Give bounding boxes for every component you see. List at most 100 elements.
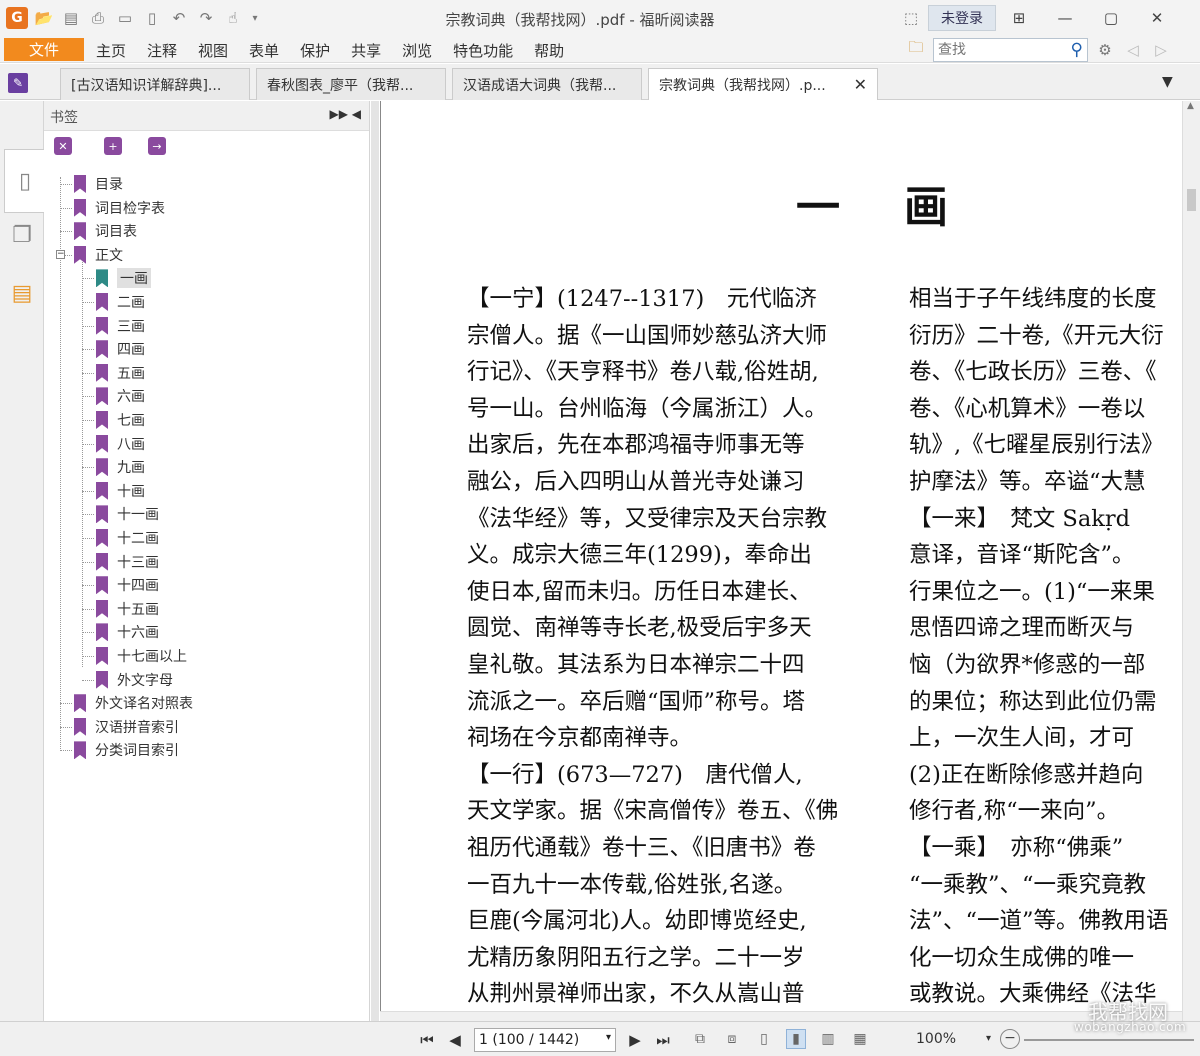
search-input[interactable]: [938, 41, 1058, 58]
tree-connector: [60, 703, 72, 705]
new-document-icon[interactable]: ▯: [141, 7, 163, 29]
restore-panel-icon[interactable]: ⬚: [900, 7, 922, 29]
tree-connector: [82, 302, 94, 303]
minimize-button[interactable]: —: [1042, 4, 1088, 32]
facing-pages-icon[interactable]: ▥: [818, 1029, 838, 1049]
bookmark-item[interactable]: 六画: [96, 385, 145, 407]
bookmark-item[interactable]: 十七画以上: [96, 645, 187, 667]
bookmark-item[interactable]: 外文字母: [96, 669, 173, 691]
scan-icon[interactable]: ▭: [114, 7, 136, 29]
menu-share[interactable]: 共享: [351, 40, 388, 61]
tab-document-3[interactable]: 汉语成语大词典（我帮...: [452, 68, 642, 100]
hand-tool-icon[interactable]: ☝: [222, 7, 244, 29]
open-folder-icon[interactable]: 📂: [33, 7, 55, 29]
menu-protect[interactable]: 保护: [300, 40, 337, 61]
tab-label: [古汉语知识详解辞典]...: [71, 77, 222, 94]
ribbon-toggle-icon[interactable]: ⊞: [996, 4, 1042, 32]
forward-arrow-icon[interactable]: ▷: [1150, 39, 1172, 61]
vertical-scrollbar[interactable]: ▲: [1182, 101, 1200, 1021]
close-tab-icon[interactable]: ✕: [854, 75, 867, 94]
zoom-level[interactable]: 100%: [916, 1031, 956, 1047]
bookmark-flag-icon: [96, 434, 108, 453]
comments-icon[interactable]: ▤: [6, 277, 38, 309]
redo-icon[interactable]: ↷: [195, 7, 217, 29]
tab-list-dropdown-icon[interactable]: ▼: [1162, 74, 1173, 90]
bookmark-item[interactable]: 十六画: [96, 621, 159, 643]
panel-splitter[interactable]: [371, 101, 379, 1021]
tab-document-4-active[interactable]: 宗教词典（我帮找网）.p... ✕: [648, 68, 878, 100]
expand-bookmark-icon[interactable]: →: [148, 137, 166, 155]
login-button[interactable]: 未登录: [928, 5, 996, 31]
search-box[interactable]: ⚲: [933, 37, 1088, 62]
menu-comment[interactable]: 注释: [147, 40, 184, 61]
bookmark-item[interactable]: 十一画: [96, 503, 159, 525]
bookmark-flag-icon: [74, 717, 86, 736]
continuous-page-icon[interactable]: ▮: [786, 1029, 806, 1049]
bookmark-item[interactable]: 十三画: [96, 551, 159, 573]
menu-view[interactable]: 视图: [198, 40, 235, 61]
bookmark-item[interactable]: 八画: [96, 433, 145, 455]
delete-bookmark-icon[interactable]: ✕: [54, 137, 72, 155]
tree-connector: [82, 396, 94, 398]
previous-view-icon[interactable]: ⧉: [690, 1029, 710, 1049]
menu-help[interactable]: 帮助: [534, 40, 571, 61]
file-menu-button[interactable]: 文件: [4, 38, 84, 61]
bookmark-item[interactable]: 九画: [96, 456, 145, 478]
page-thumbnails-icon[interactable]: ❐: [6, 219, 38, 251]
bookmark-item[interactable]: 十五画: [96, 598, 159, 620]
bookmark-item[interactable]: 分类词目索引: [74, 739, 179, 761]
next-page-button[interactable]: ▶: [626, 1031, 644, 1049]
panel-collapse-icon[interactable]: ▶▶ ◀: [330, 107, 362, 121]
page-dropdown-icon[interactable]: ▾: [606, 1032, 611, 1043]
quick-access-toolbar: G 📂 ▤ ⎙ ▭ ▯ ↶ ↷ ☝ ▾: [6, 7, 261, 29]
close-window-button[interactable]: ✕: [1134, 4, 1180, 32]
bookmark-item[interactable]: 五画: [96, 362, 145, 384]
bookmark-item[interactable]: 目录: [74, 173, 123, 195]
tab-document-1[interactable]: [古汉语知识详解辞典]...: [60, 68, 250, 100]
folder-search-icon[interactable]: 🗀: [905, 38, 927, 61]
zoom-dropdown-icon[interactable]: ▾: [986, 1033, 991, 1044]
collapse-toggle-icon[interactable]: −: [56, 249, 65, 259]
print-icon[interactable]: ⎙: [87, 7, 109, 29]
bookmark-flag-icon: [96, 529, 108, 547]
bookmark-item[interactable]: 十二画: [96, 527, 159, 549]
bookmark-item[interactable]: 十画: [96, 480, 145, 502]
menu-features[interactable]: 特色功能: [453, 40, 520, 61]
maximize-button[interactable]: ▢: [1088, 4, 1134, 32]
bookmark-item[interactable]: 二画: [96, 291, 145, 313]
bookmark-item[interactable]: 十四画: [96, 574, 159, 596]
undo-icon[interactable]: ↶: [168, 7, 190, 29]
menu-form[interactable]: 表单: [249, 40, 286, 61]
search-icon[interactable]: ⚲: [1071, 40, 1083, 60]
first-page-button[interactable]: ⏮: [418, 1031, 436, 1049]
menu-home[interactable]: 主页: [96, 40, 133, 61]
continuous-facing-icon[interactable]: ▦: [850, 1029, 870, 1049]
last-page-button[interactable]: ⏭: [654, 1031, 672, 1049]
page-number-field[interactable]: 1 (100 / 1442) ▾: [474, 1028, 616, 1052]
bookmark-panel-icon[interactable]: ▯: [4, 149, 45, 213]
tree-connector: [82, 561, 94, 563]
single-page-icon[interactable]: ▯: [754, 1029, 774, 1049]
scrollbar-thumb[interactable]: [1187, 189, 1196, 211]
tab-document-2[interactable]: 春秋图表_廖平（我帮...: [256, 68, 446, 100]
bookmark-item[interactable]: 七画: [96, 409, 145, 431]
bookmark-label: 分类词目索引: [95, 743, 179, 760]
bookmark-item[interactable]: 一画: [96, 267, 151, 289]
save-icon[interactable]: ▤: [60, 7, 82, 29]
bookmark-item[interactable]: 词目检字表: [74, 197, 165, 219]
menu-browse[interactable]: 浏览: [402, 40, 439, 61]
bookmark-item[interactable]: 词目表: [74, 220, 137, 242]
add-bookmark-icon[interactable]: +: [104, 137, 122, 155]
bookmark-item[interactable]: 汉语拼音索引: [74, 716, 179, 738]
zoom-out-button[interactable]: −: [1000, 1029, 1020, 1049]
customize-dropdown-icon[interactable]: ▾: [249, 7, 261, 29]
bookmark-item[interactable]: 外文译名对照表: [74, 692, 193, 714]
bookmark-item[interactable]: 三画: [96, 315, 145, 337]
back-arrow-icon[interactable]: ◁: [1122, 39, 1144, 61]
bookmark-item[interactable]: 四画: [96, 338, 145, 360]
bookmark-flag-icon: [96, 293, 108, 311]
scroll-up-icon[interactable]: ▲: [1187, 101, 1194, 111]
next-view-icon[interactable]: ⧈: [722, 1029, 742, 1049]
previous-page-button[interactable]: ◀: [446, 1031, 464, 1049]
settings-gear-icon[interactable]: ⚙: [1094, 39, 1116, 61]
